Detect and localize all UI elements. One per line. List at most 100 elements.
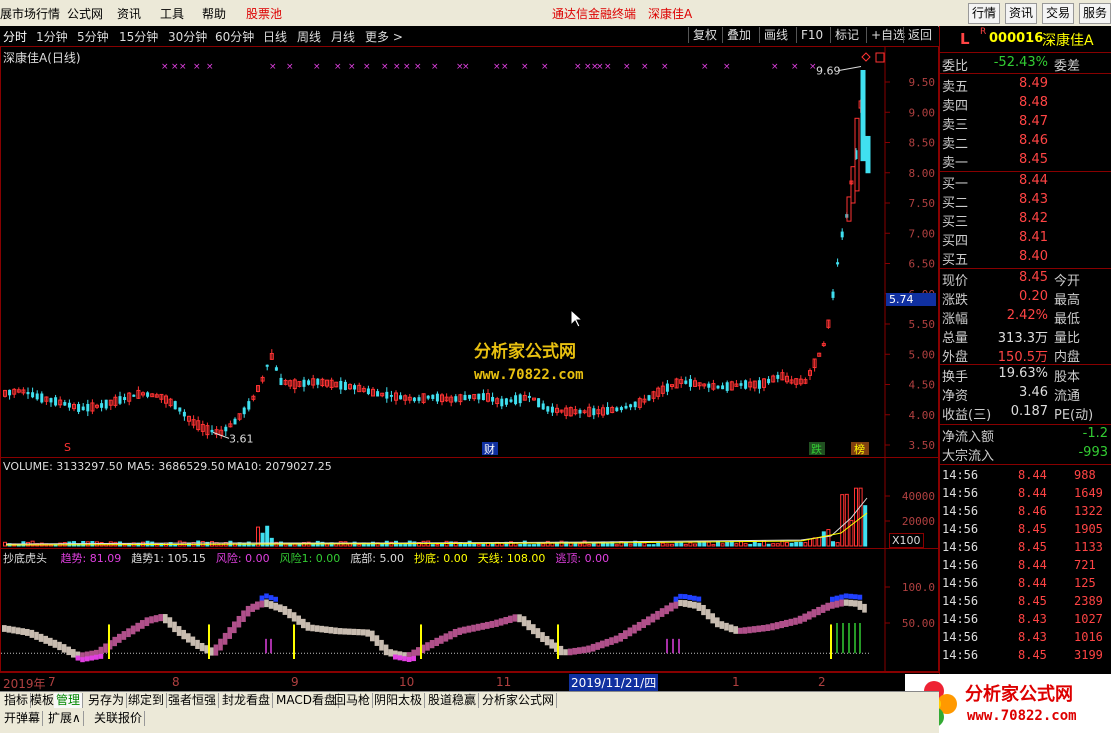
tick-price: 8.46 [1018,504,1047,518]
period-day[interactable]: 日线 [263,28,287,45]
candle-down [665,383,669,392]
trend-bar [287,608,292,619]
trend-bar [839,599,844,607]
mouse-cursor-icon [570,309,584,328]
top-marker [673,596,679,602]
indicator-tab[interactable]: 强者恒强 [166,693,220,708]
menu-formula[interactable]: 公式网 [67,5,103,22]
stock-code: 000016 [989,31,1044,46]
menu-stock-pool[interactable]: 股票池 [246,5,282,22]
quote-key: 收益(三) [942,408,992,423]
menu-news[interactable]: 资讯 [117,5,141,22]
trade-button[interactable]: 交易 [1042,3,1075,24]
f10-button[interactable]: F10 [796,27,827,43]
indicator-tab[interactable]: 封龙看盘 [220,693,274,708]
trend-bar [264,599,269,608]
trend-bar [181,629,186,640]
indicator-tab[interactable]: 模板 [28,693,58,708]
volume-bar [541,543,546,547]
trend-bar [692,601,697,609]
indicator-tab[interactable]: MACD看盘 [274,693,339,708]
indicator-tab[interactable]: 指标 [2,693,32,708]
trend-bar [255,601,260,610]
indicator-tab[interactable]: 回马枪 [332,693,374,708]
info-button[interactable]: 资讯 [1005,3,1038,24]
volume-bar [748,543,753,547]
quote-row: 买二 8.43 [942,192,1110,211]
marker-x: × [179,62,187,72]
menu-tools[interactable]: 工具 [160,5,184,22]
trend-bar [544,635,550,646]
indicator-tab[interactable]: 分析家公式网 [480,693,558,708]
overlay-button[interactable]: 叠加 [722,27,755,43]
volume-bar [789,542,794,547]
date-axis: 2019年 7 8 9 10 11 2019/11/21/四 1 2 [0,672,939,692]
adjust-button[interactable]: 复权 [688,27,721,43]
period-week[interactable]: 周线 [297,28,321,45]
volume-panel[interactable]: VOLUME: 3133297.50 MA5: 3686529.50 MA10:… [0,457,939,549]
draw-button[interactable]: 画线 [759,27,792,43]
trend-bar [480,622,485,630]
menu-market[interactable]: 展市场行情 [0,5,60,22]
menu-help[interactable]: 帮助 [202,5,226,22]
trend-bar [489,620,495,628]
trend-bar [715,617,720,628]
trend-bar [66,646,71,656]
trend-bar [604,638,610,647]
indicator-tab[interactable]: 管理 [54,693,84,708]
indicator-tab[interactable]: 另存为 [86,693,128,708]
date-label: 2019年 [3,677,46,691]
back-button[interactable]: 返回 [903,27,936,43]
quote-key: 卖三 [942,118,969,133]
candle-down [31,392,35,398]
period-month[interactable]: 月线 [331,28,355,45]
extra-tab[interactable]: 扩展∧ [46,711,84,726]
period-tick[interactable]: 分时 [3,28,27,45]
candle-down [435,393,439,402]
trend-bar [130,625,136,635]
tick-volume: 1322 [1074,504,1103,518]
mark-button[interactable]: 标记 [830,27,863,43]
tick-time: 14:56 [942,468,979,482]
bottom-marker [406,657,412,663]
period-15min[interactable]: 15分钟 [119,28,158,45]
indicator-tab[interactable]: 股道稳赢 [426,693,480,708]
trend-bar [710,613,715,624]
quote-value: 8.41 [1019,230,1048,245]
trend-bar [416,647,421,656]
quote-button[interactable]: 行情 [968,3,1001,24]
trend-bar [452,628,458,638]
extra-tab[interactable]: 开弹幕 [2,711,44,726]
marker-x: × [363,62,371,72]
period-60min[interactable]: 60分钟 [215,28,254,45]
quote-row: 总量 313.3万 量比 [942,327,1110,346]
trend-bar [558,645,564,656]
period-30min[interactable]: 30分钟 [168,28,207,45]
volume-bar [642,542,647,547]
kline-panel[interactable]: 深康佳A(日线) 9.509.008.508.007.507.006.506.0… [0,46,939,458]
candle-down [684,380,688,384]
trend-bar [457,627,462,635]
trend-bar [751,626,757,633]
candle-down [481,393,485,401]
indicator-panel[interactable]: 抄底虎头 趋势: 81.09 趋势1: 105.15 风险: 0.00 风险1: 0.… [0,548,939,672]
volume-bar [532,544,536,547]
period-5min[interactable]: 5分钟 [77,28,109,45]
quote-key: 外盘 [942,350,969,365]
top-marker [853,594,858,600]
date-label: 8 [172,675,180,689]
period-more[interactable]: 更多 > [365,28,403,45]
period-1min[interactable]: 1分钟 [36,28,68,45]
trend-bar [793,617,798,625]
service-button[interactable]: 服务 [1079,3,1111,24]
marker-x: × [269,62,277,72]
marker-x: × [313,62,321,72]
extra-tab[interactable]: 关联报价 [92,711,146,726]
candle-down [274,367,278,371]
indicator-tab[interactable]: 绑定到 [126,693,168,708]
indicator-tab[interactable]: 阴阳太极 [372,693,426,708]
tick-volume: 988 [1074,468,1096,482]
quote-row: 买四 8.41 [942,230,1110,249]
tick-price: 8.43 [1018,630,1047,644]
quote-row: 涨幅 2.42% 最低 [942,308,1110,327]
